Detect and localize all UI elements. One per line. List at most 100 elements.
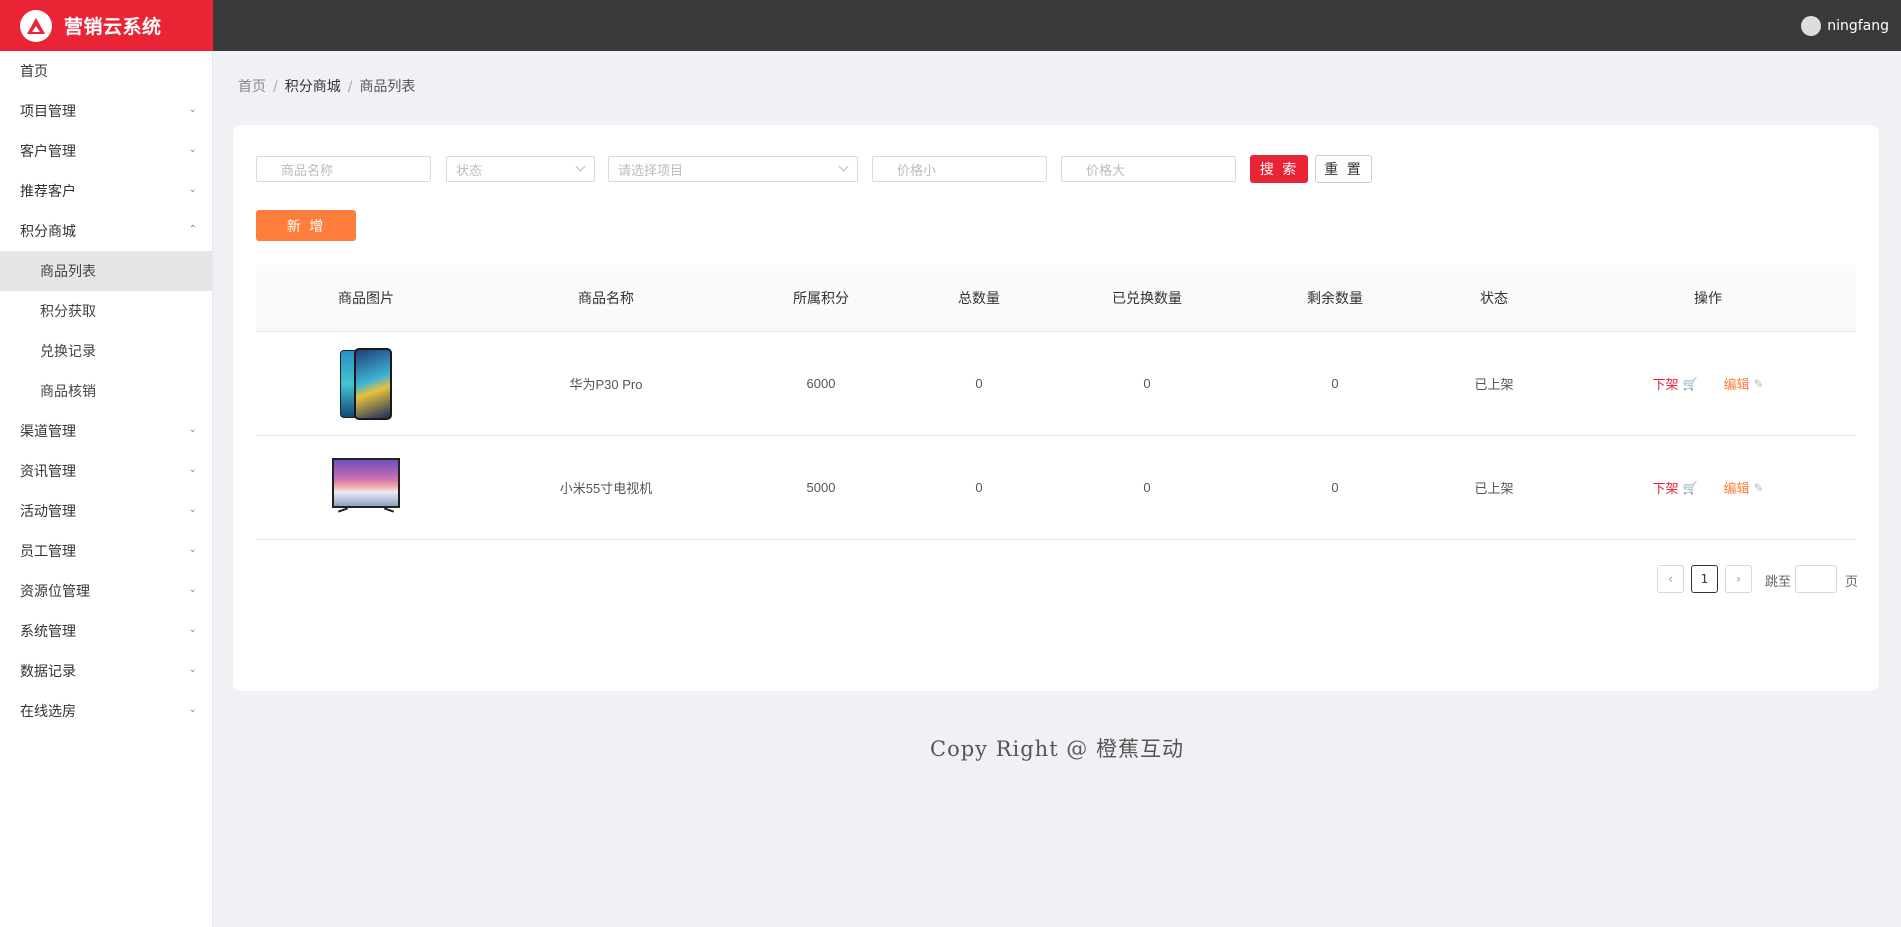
page-suffix-label: 页 <box>1845 575 1859 590</box>
sidebar-item-channels[interactable]: 渠道管理 ⌄ <box>0 411 212 451</box>
sidebar-item-label: 项目管理 <box>20 104 76 120</box>
chevron-up-icon: ⌃ <box>188 224 197 235</box>
sidebar-item-system[interactable]: 系统管理 ⌄ <box>0 611 212 651</box>
total-quantity: 0 <box>975 480 983 495</box>
phone-image <box>340 347 392 420</box>
sidebar-item-label: 首页 <box>20 64 48 80</box>
remaining-quantity: 0 <box>1331 480 1339 495</box>
sidebar-item-data-records[interactable]: 数据记录 ⌄ <box>0 651 212 691</box>
input-placeholder: 价格大 <box>1086 162 1126 178</box>
status-text: 已上架 <box>1474 377 1514 392</box>
jump-label: 跳至 <box>1765 575 1792 590</box>
logo-icon <box>20 9 52 42</box>
page-1-button[interactable]: 1 <box>1691 565 1718 593</box>
sidebar-item-label: 资讯管理 <box>20 464 76 480</box>
edit-icon[interactable]: ✎ <box>1753 377 1763 391</box>
product-name: 小米55寸电视机 <box>559 481 653 496</box>
column-header: 已兑换数量 <box>1112 290 1182 306</box>
chevron-down-icon: ⌄ <box>188 544 197 555</box>
sidebar-item-label: 渠道管理 <box>20 424 76 440</box>
breadcrumb-home[interactable]: 首页 <box>238 79 266 95</box>
chevron-down-icon: ⌄ <box>188 504 197 515</box>
chevron-down-icon: ⌄ <box>188 664 197 675</box>
sidebar-item-label: 在线选房 <box>20 704 76 720</box>
column-header: 状态 <box>1480 290 1508 306</box>
search-button[interactable]: 搜 索 <box>1250 155 1308 183</box>
chevron-down-icon: ⌄ <box>188 624 197 635</box>
product-image-cell <box>256 332 476 435</box>
column-header: 所属积分 <box>793 290 849 306</box>
sidebar-item-label: 资源位管理 <box>20 584 90 600</box>
row-actions: 下架 🛒 编辑 ✎ <box>1560 332 1856 435</box>
row-actions: 下架 🛒 编辑 ✎ <box>1560 436 1856 539</box>
price-min-input[interactable]: 价格小 <box>872 156 1047 182</box>
sidebar-item-customers[interactable]: 客户管理 ⌄ <box>0 131 212 171</box>
sidebar-item-label: 客户管理 <box>20 144 76 160</box>
unpublish-link[interactable]: 下架 <box>1652 374 1678 393</box>
sidebar-subitem-redeem-records[interactable]: 兑换记录 <box>0 331 212 371</box>
chevron-down-icon: ⌄ <box>188 424 197 435</box>
chevron-down-icon <box>575 161 586 172</box>
content-card: 商品名称 状态 请选择项目 价格小 价格大 搜 索 重 置 新 增 商品图片 商… <box>233 125 1879 691</box>
price-max-input[interactable]: 价格大 <box>1061 156 1236 182</box>
sidebar-item-resources[interactable]: 资源位管理 ⌄ <box>0 571 212 611</box>
next-page-button[interactable]: › <box>1725 565 1752 593</box>
sidebar-item-label: 数据记录 <box>20 664 76 680</box>
project-select[interactable]: 请选择项目 <box>608 156 858 182</box>
sidebar-item-label: 系统管理 <box>20 624 76 640</box>
table-header: 商品图片 商品名称 所属积分 总数量 已兑换数量 剩余数量 状态 操作 <box>256 265 1856 332</box>
table-row: 小米55寸电视机 5000 0 0 0 已上架 下架 🛒 编辑 ✎ <box>256 436 1856 540</box>
sidebar-item-activities[interactable]: 活动管理 ⌄ <box>0 491 212 531</box>
breadcrumb-section[interactable]: 积分商城 <box>285 79 341 95</box>
cart-icon[interactable]: 🛒 <box>1682 377 1697 391</box>
sidebar-subitem-verification[interactable]: 商品核销 <box>0 371 212 411</box>
chevron-down-icon: ⌄ <box>188 704 197 715</box>
reset-button[interactable]: 重 置 <box>1315 155 1372 183</box>
sidebar-item-staff[interactable]: 员工管理 ⌄ <box>0 531 212 571</box>
cart-icon[interactable]: 🛒 <box>1682 481 1697 495</box>
product-image-cell <box>256 436 476 539</box>
unpublish-link[interactable]: 下架 <box>1652 478 1678 497</box>
prev-page-button[interactable]: ‹ <box>1657 565 1684 593</box>
sidebar-item-projects[interactable]: 项目管理 ⌄ <box>0 91 212 131</box>
sidebar-subitem-points-earn[interactable]: 积分获取 <box>0 291 212 331</box>
breadcrumb: 首页 / 积分商城 / 商品列表 <box>238 76 415 96</box>
sidebar-item-label: 积分商城 <box>20 224 76 240</box>
redeemed-quantity: 0 <box>1143 376 1151 391</box>
add-product-button[interactable]: 新 增 <box>256 210 356 241</box>
input-placeholder: 价格小 <box>897 162 937 178</box>
chevron-down-icon: ⌄ <box>188 104 197 115</box>
table-row: 华为P30 Pro 6000 0 0 0 已上架 下架 🛒 编辑 ✎ <box>256 332 1856 436</box>
product-name: 华为P30 Pro <box>569 377 643 392</box>
sidebar-item-label: 商品核销 <box>40 384 96 400</box>
status-select[interactable]: 状态 <box>446 156 595 182</box>
top-header: 营销云系统 ningfang <box>0 0 1901 51</box>
jump-page-input[interactable] <box>1795 565 1837 593</box>
breadcrumb-current: 商品列表 <box>359 79 416 95</box>
sidebar-subitem-product-list[interactable]: 商品列表 <box>0 251 212 291</box>
column-header: 商品图片 <box>338 290 394 306</box>
chevron-down-icon: ⌄ <box>188 464 197 475</box>
footer-copyright: Copy Right @ 橙蕉互动 <box>930 737 1184 761</box>
sidebar-item-label: 兑换记录 <box>40 344 96 360</box>
column-header: 总数量 <box>958 290 1000 306</box>
logo[interactable]: 营销云系统 <box>0 0 213 51</box>
total-quantity: 0 <box>975 376 983 391</box>
edit-link[interactable]: 编辑 <box>1723 374 1749 393</box>
sidebar-item-home[interactable]: 首页 <box>0 51 212 91</box>
chevron-down-icon: ⌄ <box>188 584 197 595</box>
username: ningfang <box>1827 17 1889 34</box>
select-placeholder: 请选择项目 <box>618 162 684 178</box>
sidebar-item-news[interactable]: 资讯管理 ⌄ <box>0 451 212 491</box>
tv-image <box>332 457 400 518</box>
sidebar-item-label: 员工管理 <box>20 544 76 560</box>
sidebar-item-online-housing[interactable]: 在线选房 ⌄ <box>0 691 212 731</box>
user-menu[interactable]: ningfang <box>1801 0 1889 51</box>
product-name-input[interactable]: 商品名称 <box>256 156 431 182</box>
sidebar-item-points-mall[interactable]: 积分商城 ⌃ <box>0 211 212 251</box>
points-value: 5000 <box>806 480 836 495</box>
edit-link[interactable]: 编辑 <box>1723 478 1749 497</box>
edit-icon[interactable]: ✎ <box>1753 481 1763 495</box>
chevron-down-icon: ⌄ <box>188 184 197 195</box>
sidebar-item-referrals[interactable]: 推荐客户 ⌄ <box>0 171 212 211</box>
